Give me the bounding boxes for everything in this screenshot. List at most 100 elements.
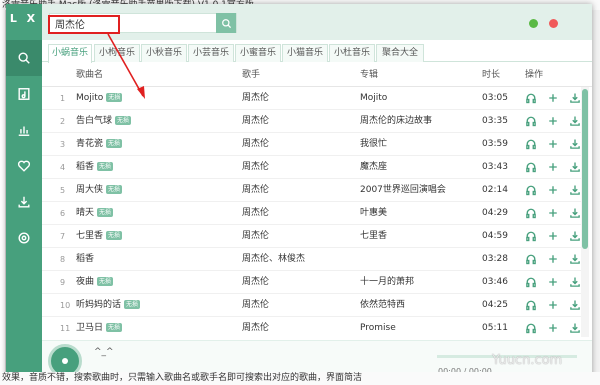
scrollbar[interactable] <box>581 87 589 337</box>
close-button[interactable] <box>549 19 558 28</box>
add-to-list-button[interactable] <box>547 138 559 150</box>
plus-icon <box>547 186 559 199</box>
source-tabs: 小蜗音乐 小枸音乐 小秋音乐 小芸音乐 小蜜音乐 小猫音乐 小杜音乐 聚合大全 <box>42 40 592 63</box>
tab-source-4[interactable]: 小芸音乐 <box>188 44 234 62</box>
row-number: 3 <box>60 140 66 149</box>
listen-button[interactable] <box>525 230 537 242</box>
listen-button[interactable] <box>525 138 537 150</box>
nav-search[interactable] <box>6 40 42 76</box>
tab-source-7[interactable]: 小杜音乐 <box>329 44 375 62</box>
plus-icon <box>547 94 559 107</box>
listen-button[interactable] <box>525 92 537 104</box>
column-header-actions: 操作 <box>525 70 544 80</box>
nav-downloads[interactable] <box>6 184 42 220</box>
table-row[interactable]: 2 告白气球 无损 周杰伦 周杰伦的床边故事 03:35 <box>42 110 582 133</box>
table-row[interactable]: 1 Mojito 无损 周杰伦 Mojito 03:05 <box>42 87 582 110</box>
nav-songlist[interactable] <box>6 76 42 112</box>
add-to-list-button[interactable] <box>547 184 559 196</box>
now-playing-title: ^_^ <box>94 347 114 357</box>
listen-button[interactable] <box>525 299 537 311</box>
plus-icon <box>547 301 559 314</box>
listen-button[interactable] <box>525 207 537 219</box>
add-to-list-button[interactable] <box>547 322 559 334</box>
listen-button[interactable] <box>525 322 537 334</box>
headphones-icon <box>525 323 537 337</box>
song-name: 告白气球 <box>76 116 113 126</box>
table-row[interactable]: 6 晴天 无损 周杰伦 叶惠美 04:29 <box>42 202 582 225</box>
headphones-icon <box>525 300 537 314</box>
row-number: 10 <box>60 301 71 310</box>
plus-icon <box>547 278 559 291</box>
plus-icon <box>547 163 559 176</box>
headphones-icon <box>525 93 537 107</box>
table-row[interactable]: 3 青花瓷 无损 周杰伦 我很忙 03:59 <box>42 133 582 156</box>
search-button[interactable] <box>216 13 236 33</box>
duration: 04:59 <box>482 231 508 241</box>
listen-button[interactable] <box>525 253 537 265</box>
table-row[interactable]: 10 听妈妈的话 无损 周杰伦 依然范特西 04:25 <box>42 294 582 317</box>
table-row[interactable]: 9 夜曲 无损 周杰伦 十一月的萧邦 03:46 <box>42 271 582 294</box>
download-button[interactable] <box>569 184 581 196</box>
download-icon <box>18 196 30 208</box>
download-button[interactable] <box>569 299 581 311</box>
download-button[interactable] <box>569 322 581 334</box>
song-name: 晴天 <box>76 208 95 218</box>
download-button[interactable] <box>569 92 581 104</box>
tab-source-3[interactable]: 小秋音乐 <box>141 44 187 62</box>
lossless-badge: 无损 <box>106 185 123 194</box>
settings-icon <box>18 232 30 244</box>
add-to-list-button[interactable] <box>547 207 559 219</box>
listen-button[interactable] <box>525 115 537 127</box>
plus-icon <box>547 255 559 268</box>
listen-button[interactable] <box>525 161 537 173</box>
add-to-list-button[interactable] <box>547 276 559 288</box>
duration: 02:14 <box>482 185 508 195</box>
headphones-icon <box>525 254 537 268</box>
tab-source-2[interactable]: 小枸音乐 <box>94 44 140 62</box>
add-to-list-button[interactable] <box>547 230 559 242</box>
nav-settings[interactable] <box>6 220 42 256</box>
lossless-badge: 无损 <box>106 93 123 102</box>
album: 周杰伦的床边故事 <box>360 116 433 126</box>
download-button[interactable] <box>569 230 581 242</box>
download-button[interactable] <box>569 138 581 150</box>
add-to-list-button[interactable] <box>547 115 559 127</box>
download-icon <box>569 300 581 314</box>
download-button[interactable] <box>569 253 581 265</box>
song-list: 1 Mojito 无损 周杰伦 Mojito 03:05 2 告白气球 无损 周杰伦 周杰伦的床边故… <box>42 87 592 337</box>
minimize-button[interactable] <box>529 19 538 28</box>
table-row[interactable]: 8 稻香 周杰伦、林俊杰 03:28 <box>42 248 582 271</box>
album: 我很忙 <box>360 139 388 149</box>
download-icon <box>569 208 581 222</box>
listen-button[interactable] <box>525 184 537 196</box>
singer: 周杰伦 <box>242 323 270 333</box>
download-button[interactable] <box>569 115 581 127</box>
add-to-list-button[interactable] <box>547 253 559 265</box>
app-logo: L X <box>9 12 39 25</box>
add-to-list-button[interactable] <box>547 299 559 311</box>
add-to-list-button[interactable] <box>547 92 559 104</box>
table-row[interactable]: 7 七里香 无损 周杰伦 七里香 04:59 <box>42 225 582 248</box>
tab-aggregate[interactable]: 聚合大全 <box>376 44 424 62</box>
table-row[interactable]: 4 稻香 无损 周杰伦 魔杰座 03:43 <box>42 156 582 179</box>
tab-source-1[interactable]: 小蜗音乐 <box>48 44 92 63</box>
download-button[interactable] <box>569 161 581 173</box>
add-to-list-button[interactable] <box>547 161 559 173</box>
listen-button[interactable] <box>525 276 537 288</box>
table-row[interactable]: 11 卫马日 无损 周杰伦 Promise 05:11 <box>42 317 582 337</box>
download-button[interactable] <box>569 207 581 219</box>
nav-leaderboard[interactable] <box>6 112 42 148</box>
nav-favorites[interactable] <box>6 148 42 184</box>
song-name-cell: 告白气球 无损 <box>76 110 132 133</box>
tab-source-5[interactable]: 小蜜音乐 <box>235 44 281 62</box>
song-name-cell: 周大侠 无损 <box>76 179 123 202</box>
scrollbar-thumb[interactable] <box>582 89 588 249</box>
song-name-cell: 夜曲 无损 <box>76 271 114 294</box>
screenshot: 洛雪音乐助手 Mac版 (洛雪音乐助手苹果版下载) V1.0.1官方版 L X <box>0 0 600 385</box>
table-row[interactable]: 5 周大侠 无损 周杰伦 2007世界巡回演唱会 02:14 <box>42 179 582 202</box>
album: 七里香 <box>360 231 388 241</box>
download-button[interactable] <box>569 276 581 288</box>
singer: 周杰伦 <box>242 300 270 310</box>
bar-chart-icon <box>18 126 30 136</box>
tab-source-6[interactable]: 小猫音乐 <box>282 44 328 62</box>
